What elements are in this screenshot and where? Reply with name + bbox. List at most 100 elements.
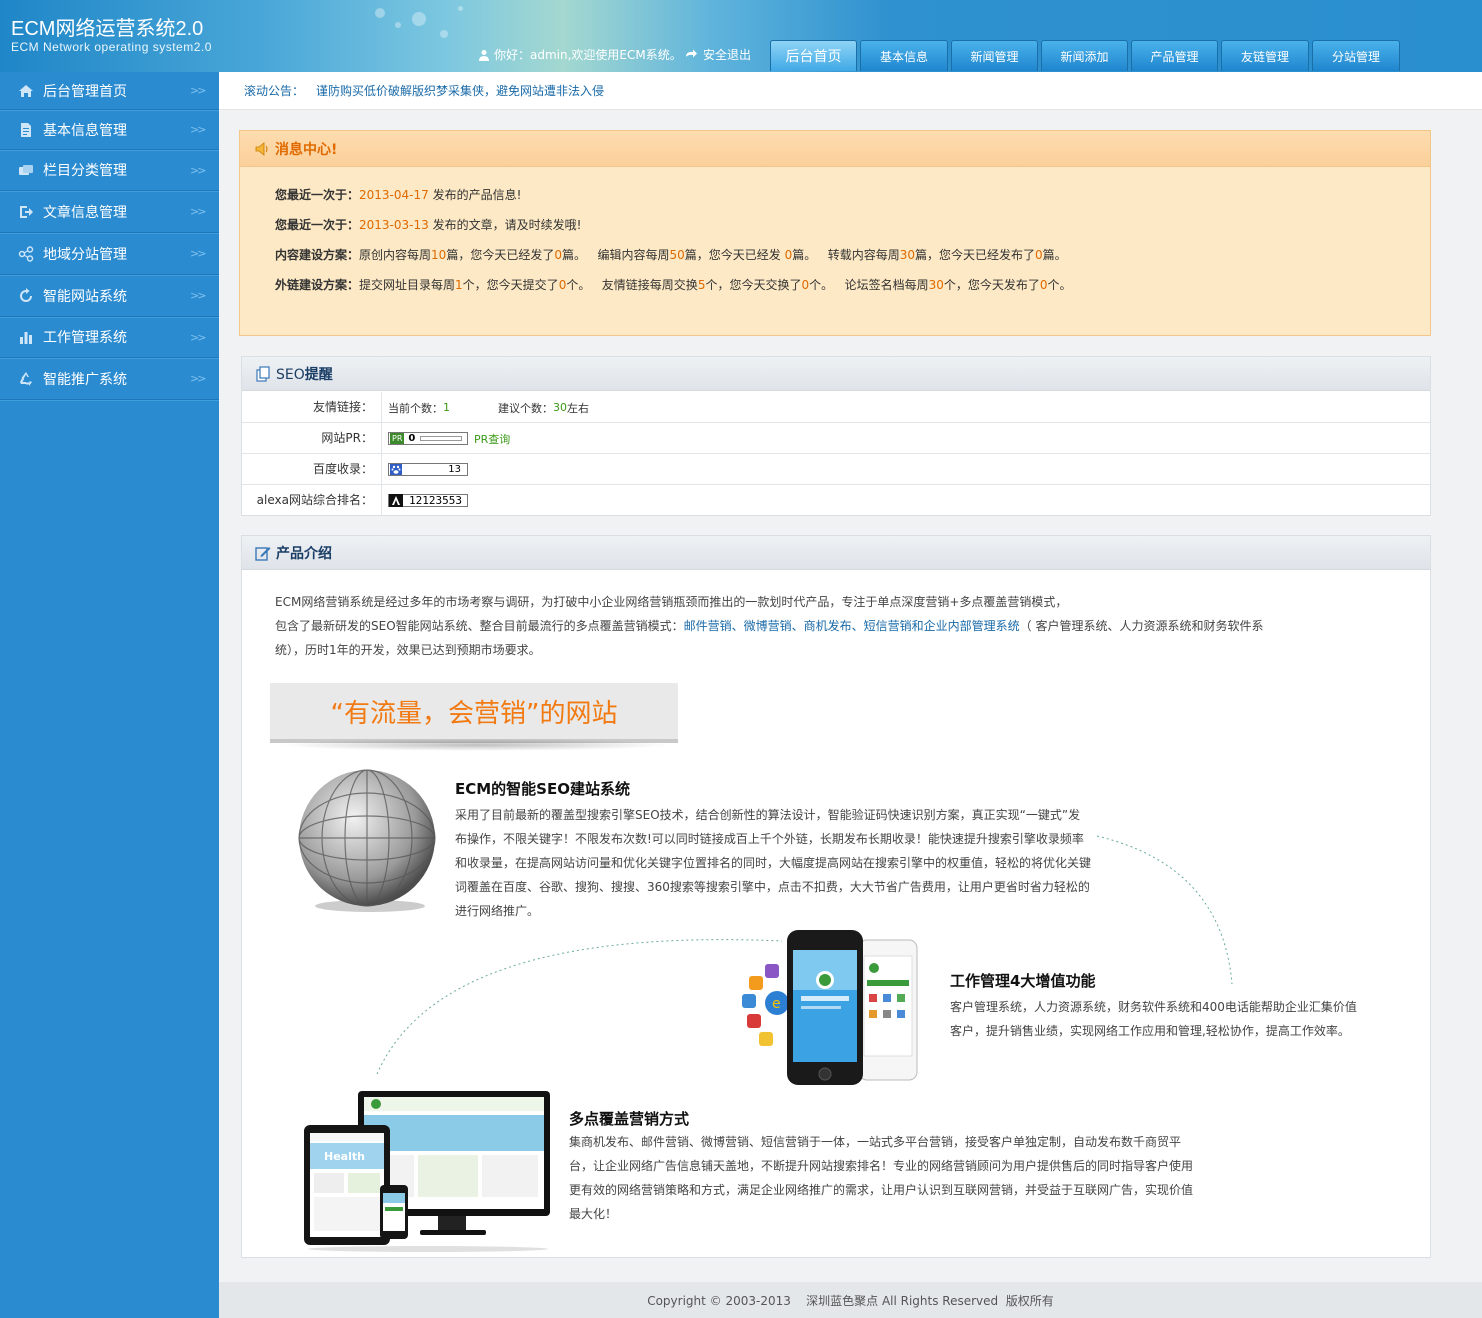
feature-line: 客户，提升销售业绩，实现网络工作应用和管理,轻松协作，提高工作效率。 <box>950 1024 1350 1038</box>
message-center-title: 消息中心! <box>275 141 338 158</box>
welcome-message: 你好：admin,欢迎使用ECM系统。 <box>478 46 682 63</box>
last-article-post: 您最近一次于：2013-03-13 发布的文章，请及时续发哦! <box>275 216 581 233</box>
tab-home[interactable]: 后台首页 <box>770 40 857 71</box>
feature-text-seo: 采用了目前最新的覆盖型搜索引擎SEO技术，结合创新性的算法设计，智能验证码快速识… <box>455 803 1105 923</box>
pr-query-link[interactable]: PR查询 <box>474 431 510 447</box>
seo-row-alexa: alexa网站综合排名： 12123553 <box>242 485 1430 516</box>
sidebar-item-category[interactable]: 栏目分类管理 >> <box>0 150 219 191</box>
feature-line: 词覆盖在百度、谷歌、搜狗、搜搜、360搜索等搜索引擎中，点击不扣费，大大节省广告… <box>455 880 1090 894</box>
sidebar-item-label: 智能网站系统 <box>43 288 127 305</box>
plan-text: 篇，您今天已经发 <box>684 248 781 262</box>
line-label: 您最近一次于： <box>275 218 360 232</box>
header-bar: ECM网络运营系统2.0 ECM Network operating syste… <box>0 0 1482 72</box>
seo-value: 当前个数： 1 建议个数： 30 左右 <box>388 392 589 423</box>
seo-value: 13 <box>388 454 468 485</box>
logout-icon <box>686 49 697 57</box>
feature-line: 采用了目前最新的覆盖型搜索引擎SEO技术，结合创新性的算法设计，智能验证码快速识… <box>455 808 1081 822</box>
sidebar-item-promotion[interactable]: 智能推广系统 >> <box>0 358 219 400</box>
feature-line: 台，让企业网络广告信息铺天盖地，不断提升网站搜索排名！专业的网络营销顾问为用户提… <box>569 1159 1194 1173</box>
tab-links-manage[interactable]: 友链管理 <box>1221 40 1309 71</box>
feature-line: 客户管理系统，人力资源系统，财务软件系统和400电话能帮助企业汇集价值 <box>950 1000 1357 1014</box>
alexa-badge: 12123553 <box>388 494 468 507</box>
share-icon <box>18 245 34 262</box>
sidebar-item-label: 文章信息管理 <box>43 204 127 221</box>
baidu-paw-icon <box>390 464 402 475</box>
document-icon <box>21 122 31 137</box>
plan-number: 0 <box>801 278 810 292</box>
plan-number: 30 <box>928 278 944 292</box>
app-title: ECM网络运营系统2.0 <box>11 18 204 40</box>
plan-text: 编辑内容每周 <box>597 248 670 262</box>
seo-row-links: 友情链接： 当前个数： 1 建议个数： 30 左右 <box>242 392 1430 423</box>
sidebar-item-articles[interactable]: 文章信息管理 >> <box>0 191 219 233</box>
line-text: 发布的文章，请及时续发哦! <box>432 218 582 232</box>
current-count: 1 <box>443 401 450 414</box>
plan-number: 10 <box>431 248 447 262</box>
sidebar-item-regional[interactable]: 地域分站管理 >> <box>0 233 219 275</box>
chevron-right-icon: >> <box>190 289 207 302</box>
welcome-text: 你好：admin,欢迎使用ECM系统。 <box>494 48 682 62</box>
last-product-post: 您最近一次于：2013-04-17 发布的产品信息! <box>275 186 521 203</box>
user-icon <box>479 49 489 61</box>
chevron-right-icon: >> <box>190 330 207 344</box>
decor-bubble <box>412 12 426 26</box>
plan-text: 篇，您今天已经发了 <box>446 248 555 262</box>
tab-news-manage[interactable]: 新闻管理 <box>951 40 1038 71</box>
message-center-header: 消息中心! <box>240 131 1430 167</box>
app-subtitle: ECM Network operating system2.0 <box>11 40 212 54</box>
feature-title-multipoint: 多点覆盖营销方式 <box>569 1110 690 1128</box>
plan-number: 1 <box>455 278 463 292</box>
tab-news-add[interactable]: 新闻添加 <box>1041 40 1128 71</box>
seo-label: alexa网站综合排名： <box>242 485 382 516</box>
plan-text: 提交网址目录每周 <box>359 278 456 292</box>
app-icons-cluster: e <box>742 964 789 1046</box>
sidebar-item-label: 地域分站管理 <box>43 246 127 263</box>
speaker-icon <box>255 141 268 156</box>
home-icon <box>19 84 33 97</box>
logout-link[interactable]: 安全退出 <box>684 46 751 63</box>
plan-text: 个。 <box>566 278 591 292</box>
tab-basic-info[interactable]: 基本信息 <box>860 40 948 71</box>
plan-number: 30 <box>899 248 915 262</box>
chevron-right-icon: >> <box>190 123 207 136</box>
refresh-icon <box>20 287 32 302</box>
seo-title-suffix: 提醒 <box>304 366 333 383</box>
feature-line: 和收录量，在提高网站访问量和优化关键字位置排名的同时，大幅度提高网站在搜索引擎中… <box>455 856 1092 870</box>
sidebar-item-smart-site[interactable]: 智能网站系统 >> <box>0 275 219 317</box>
last-article-date: 2013-03-13 <box>359 218 429 232</box>
footer: Copyright © 2003-2013 深圳蓝色聚点 All Rights … <box>219 1282 1482 1318</box>
sidebar-item-basic-info[interactable]: 基本信息管理 >> <box>0 110 219 150</box>
copyright-text: Copyright © 2003-2013 深圳蓝色聚点 All Rights … <box>647 1293 1054 1308</box>
plan-text: 篇。 <box>561 248 586 262</box>
decor-bubble <box>458 6 463 11</box>
seo-label: 百度收录： <box>242 454 382 485</box>
sidebar-item-label: 栏目分类管理 <box>43 163 127 179</box>
plan-text: 友情链接每周交换 <box>601 278 698 292</box>
decor-bubble <box>375 8 385 18</box>
line-label: 外链建设方案： <box>275 278 360 292</box>
line-label: 您最近一次于： <box>275 188 360 202</box>
link-plan: 外链建设方案：提交网址目录每周1个，您今天提交了0个。 友情链接每周交换5个，您… <box>275 276 1072 293</box>
seo-panel: SEO提醒 友情链接： 当前个数： 1 建议个数： 30 左右 网站PR： PR 0 … <box>241 356 1431 516</box>
seo-title-prefix: SEO <box>276 366 305 383</box>
tab-substation-manage[interactable]: 分站管理 <box>1312 40 1400 71</box>
tab-product-manage[interactable]: 产品管理 <box>1131 40 1218 71</box>
bar-chart-icon <box>20 332 32 344</box>
feature-line: 最大化！ <box>569 1207 618 1221</box>
recycle-icon <box>20 371 32 386</box>
chevron-right-icon: >> <box>190 205 207 218</box>
notice-text[interactable]: 谨防购买低价破解版织梦采集侠，避免网站遭非法入侵 <box>316 82 604 99</box>
sidebar-item-label: 后台管理首页 <box>43 83 127 100</box>
alexa-value: 12123553 <box>409 494 462 507</box>
feature-line: 更有效的网络营销策略和方式，满足企业网络推广的需求，让用户认识到互联网营销，并受… <box>569 1183 1194 1197</box>
seo-panel-header: SEO提醒 <box>242 357 1430 391</box>
plan-text: 转载内容每周 <box>827 248 900 262</box>
seo-label: 网站PR： <box>242 423 382 454</box>
scrolling-notice: 滚动公告： 谨防购买低价破解版织梦采集侠，避免网站遭非法入侵 <box>219 72 1482 110</box>
category-icon <box>19 165 33 175</box>
sidebar-item-home[interactable]: 后台管理首页 >> <box>0 72 219 110</box>
chevron-right-icon: >> <box>190 372 207 385</box>
sidebar-item-work-manage[interactable]: 工作管理系统 >> <box>0 317 219 358</box>
sidebar-item-label: 基本信息管理 <box>43 122 127 139</box>
notice-label: 滚动公告： <box>244 84 305 98</box>
